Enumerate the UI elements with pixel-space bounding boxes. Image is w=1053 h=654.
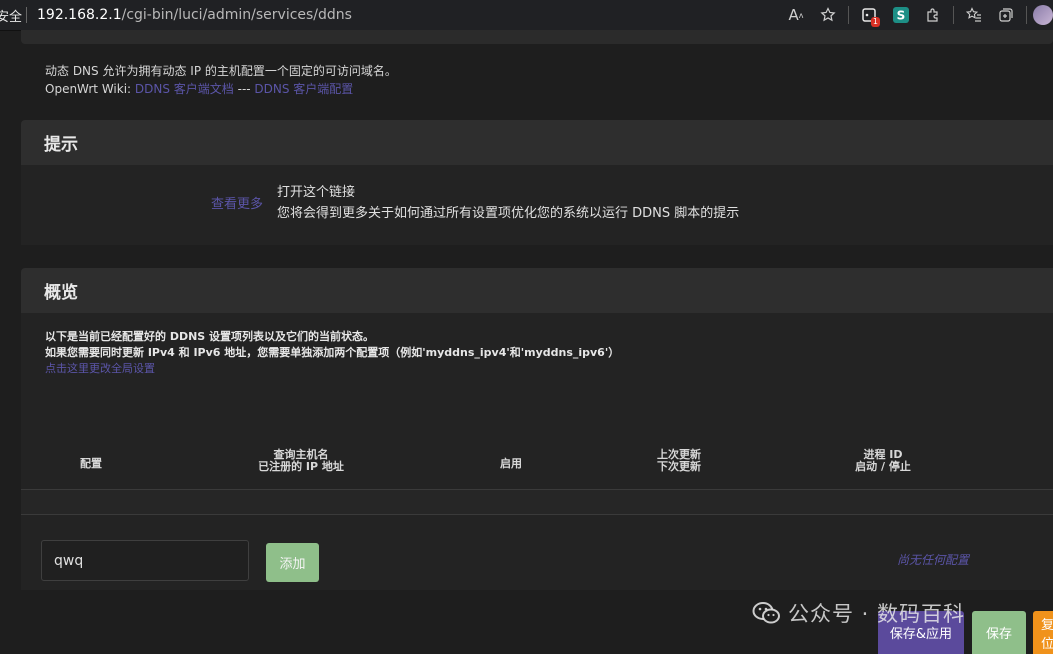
favorite-add-icon[interactable] bbox=[812, 0, 844, 30]
section-header-stub bbox=[21, 30, 1053, 44]
wiki-line: OpenWrt Wiki: DDNS 客户端文档 --- DDNS 客户端配置 bbox=[45, 80, 397, 98]
tips-section: 提示 查看更多 打开这个链接 您将会得到更多关于如何通过所有设置项优化您的系统以… bbox=[21, 120, 1053, 245]
page-description: 动态 DNS 允许为拥有动态 IP 的主机配置一个固定的可访问域名。 OpenW… bbox=[45, 62, 397, 98]
save-button[interactable]: 保存 bbox=[972, 611, 1026, 654]
toolbar-divider bbox=[953, 6, 954, 24]
url-path: /cgi-bin/luci/admin/services/ddns bbox=[121, 7, 352, 23]
reset-button[interactable]: 复位 bbox=[1033, 611, 1053, 654]
toolbar-divider bbox=[1026, 6, 1027, 24]
column-header-line: 启用 bbox=[500, 457, 522, 470]
watermark: 公众号 · 数码百科 bbox=[752, 598, 965, 628]
column-header-line: 下次更新 bbox=[657, 460, 701, 473]
extension-badge: 1 bbox=[870, 17, 880, 27]
overview-desc-line-2: 如果您需要同时更新 IPv4 和 IPv6 地址，您需要单独添加两个配置项（例如… bbox=[45, 346, 620, 359]
view-more-link[interactable]: 查看更多 bbox=[211, 193, 263, 212]
column-header-line: 已注册的 IP 地址 bbox=[258, 460, 344, 473]
s-extension-icon[interactable]: S bbox=[885, 0, 917, 30]
watermark-text: 公众号 · 数码百科 bbox=[788, 602, 966, 626]
tips-text: 打开这个链接 您将会得到更多关于如何通过所有设置项优化您的系统以运行 DDNS … bbox=[277, 182, 739, 224]
ddns-docs-link[interactable]: DDNS 客户端文档 bbox=[135, 82, 234, 96]
overview-desc-line-1: 以下是当前已经配置好的 DDNS 设置项列表以及它们的当前状态。 bbox=[45, 330, 375, 343]
url-host: 192.168.2.1 bbox=[37, 7, 122, 23]
profile-avatar[interactable] bbox=[1031, 0, 1053, 30]
toolbar-divider bbox=[848, 6, 849, 24]
overview-title: 概览 bbox=[21, 268, 1053, 313]
ddns-config-link[interactable]: DDNS 客户端配置 bbox=[254, 82, 353, 96]
new-config-name-input[interactable] bbox=[41, 540, 249, 581]
favorites-icon[interactable] bbox=[958, 0, 990, 30]
add-button[interactable]: 添加 bbox=[266, 543, 319, 582]
read-aloud-icon[interactable]: Aʌ bbox=[780, 0, 812, 30]
column-header-hostname: 查询主机名 已注册的 IP 地址 bbox=[241, 449, 361, 473]
url-field[interactable]: 192.168.2.1/cgi-bin/luci/admin/services/… bbox=[37, 7, 352, 23]
overview-description: 以下是当前已经配置好的 DDNS 设置项列表以及它们的当前状态。 如果您需要同时… bbox=[45, 329, 619, 377]
column-header-line: 启动 / 停止 bbox=[855, 460, 911, 473]
global-settings-link[interactable]: 点击这里更改全局设置 bbox=[45, 362, 155, 375]
tips-title: 提示 bbox=[21, 120, 1053, 165]
wiki-separator: --- bbox=[233, 82, 255, 96]
tips-body: 查看更多 打开这个链接 您将会得到更多关于如何通过所有设置项优化您的系统以运行 … bbox=[21, 165, 1053, 245]
svg-text:S: S bbox=[897, 9, 906, 23]
column-header-update: 上次更新 下次更新 bbox=[631, 449, 727, 473]
column-header-enabled: 启用 bbox=[481, 458, 541, 470]
column-header-process: 进程 ID 启动 / 停止 bbox=[829, 449, 937, 473]
column-header-line: 配置 bbox=[80, 457, 102, 470]
browser-address-bar: 不安全 192.168.2.1/cgi-bin/luci/admin/servi… bbox=[0, 0, 1053, 31]
security-indicator[interactable]: 不安全 bbox=[0, 6, 22, 25]
avatar bbox=[1033, 5, 1053, 25]
extension-icon[interactable]: 1 bbox=[853, 0, 885, 30]
column-header-config: 配置 bbox=[61, 458, 121, 470]
intro-line: 动态 DNS 允许为拥有动态 IP 的主机配置一个固定的可访问域名。 bbox=[45, 64, 397, 78]
tips-line-2: 您将会得到更多关于如何通过所有设置项优化您的系统以运行 DDNS 脚本的提示 bbox=[277, 206, 740, 221]
browser-toolbar: Aʌ 1 S bbox=[780, 0, 1053, 30]
table-row bbox=[21, 490, 1053, 515]
tips-line-1: 打开这个链接 bbox=[277, 185, 356, 200]
wiki-prefix: OpenWrt Wiki: bbox=[45, 82, 135, 96]
collections-icon[interactable] bbox=[990, 0, 1022, 30]
config-table-header: 配置 查询主机名 已注册的 IP 地址 启用 上次更新 下次更新 进程 ID 启… bbox=[21, 449, 1053, 490]
url-divider bbox=[26, 7, 27, 23]
extensions-puzzle-icon[interactable] bbox=[917, 0, 949, 30]
wechat-icon bbox=[752, 602, 780, 624]
